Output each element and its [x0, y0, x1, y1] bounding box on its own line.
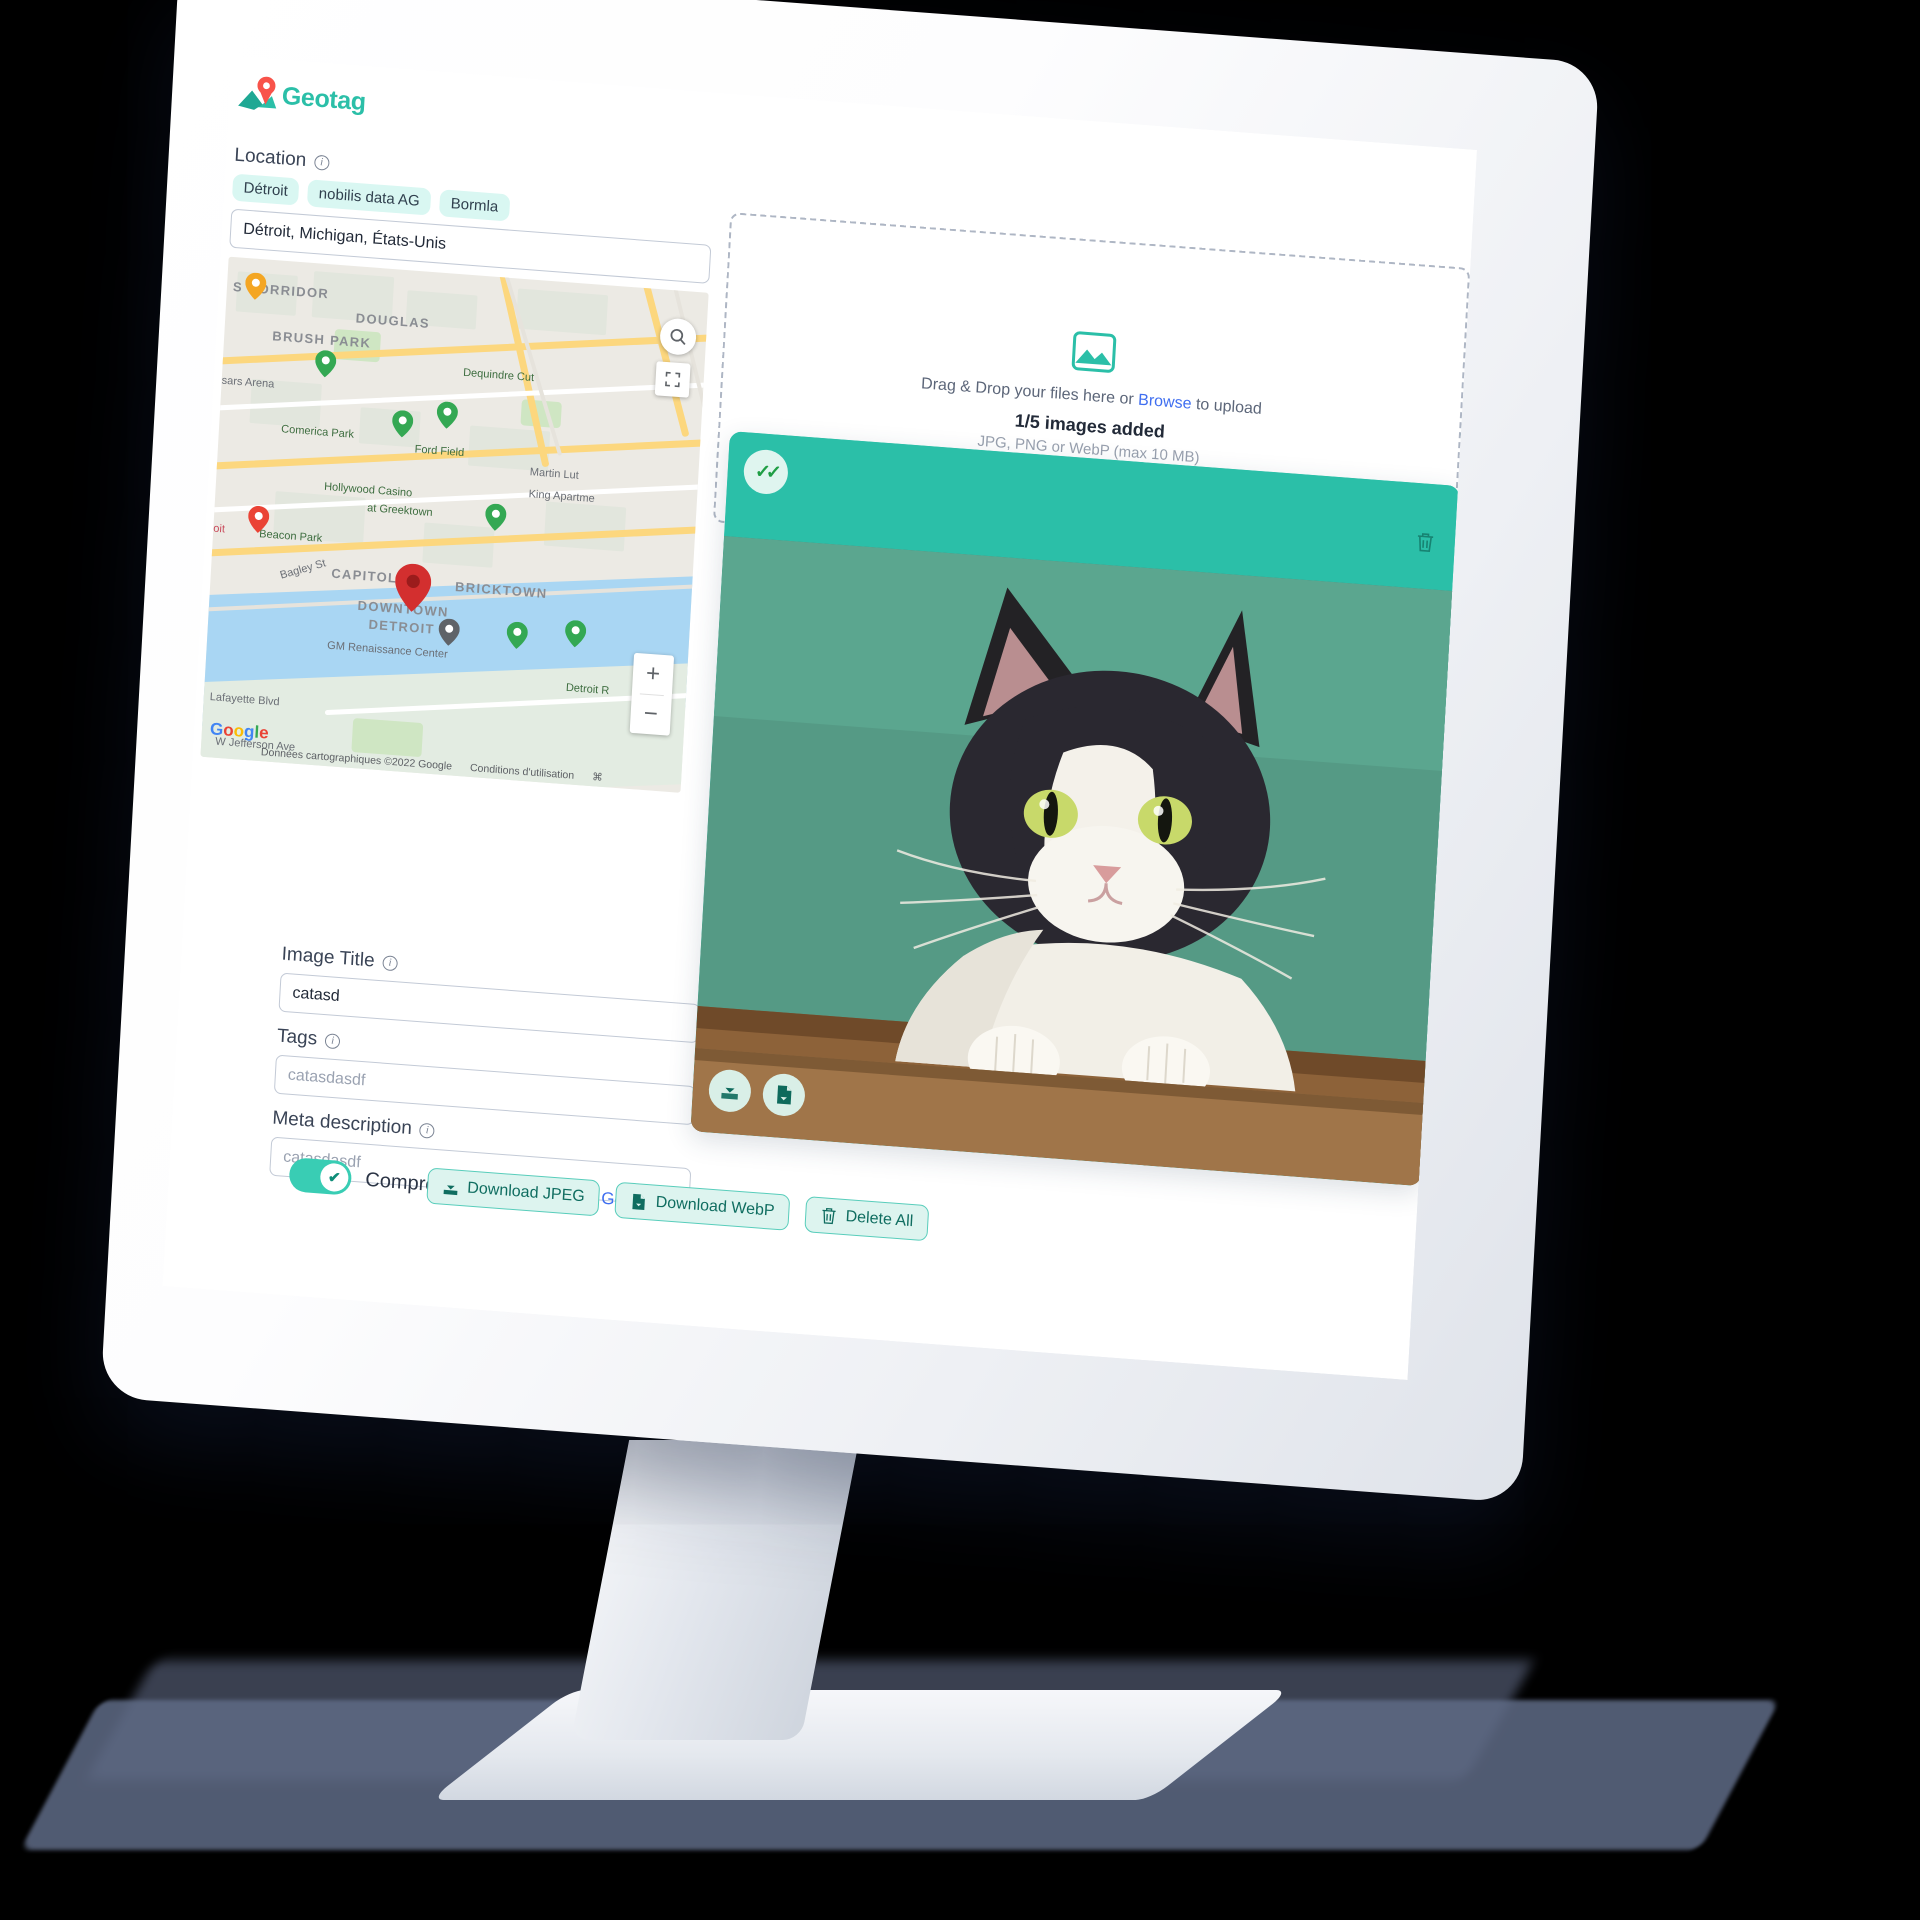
image-card-tools	[707, 1068, 807, 1118]
map-poi-pin-icon[interactable]	[564, 619, 587, 648]
download-webp-label: Download WebP	[655, 1193, 776, 1220]
map-poi-pin-icon[interactable]	[436, 401, 459, 430]
download-icon	[443, 1179, 458, 1195]
delete-image-icon[interactable]	[1415, 531, 1436, 559]
monitor-screen: Geotag Location i Détroit nobilis data A…	[162, 56, 1477, 1380]
map-poi-pin-icon[interactable]	[438, 618, 461, 647]
map-poi-pin-icon[interactable]	[506, 621, 529, 650]
info-icon[interactable]: i	[324, 1032, 341, 1049]
app-screen: Geotag Location i Détroit nobilis data A…	[162, 56, 1477, 1380]
map-keyboard-shortcuts-icon[interactable]: ⌘	[592, 771, 603, 784]
delete-all-label: Delete All	[845, 1208, 914, 1231]
dropzone-instruction-prefix: Drag & Drop your files here or	[920, 375, 1139, 409]
location-panel: Location i Détroit nobilis data AG Borml…	[200, 145, 715, 793]
map-fullscreen-button[interactable]	[654, 361, 691, 398]
map-location-marker[interactable]	[393, 562, 432, 613]
map-poi-pin-icon[interactable]	[247, 505, 270, 534]
delete-all-button[interactable]: Delete All	[804, 1196, 930, 1242]
app-logo[interactable]: Geotag	[235, 72, 367, 122]
location-chip[interactable]: Bormla	[438, 189, 510, 222]
map-zoom-in-button[interactable]: +	[632, 653, 674, 696]
dropzone-instruction-suffix: to upload	[1191, 395, 1263, 418]
trash-icon	[822, 1207, 836, 1225]
compress-image-toggle[interactable]: ✔	[288, 1157, 353, 1196]
image-title-label: Image Title	[281, 943, 376, 972]
map-label: oit	[212, 522, 226, 536]
info-icon[interactable]: i	[419, 1122, 436, 1139]
google-map[interactable]: S CORRIDOR DOUGLAS BRUSH PARK Dequindre …	[200, 256, 709, 793]
logo-text: Geotag	[281, 81, 367, 116]
uploaded-image-card[interactable]: ✓✓	[690, 431, 1461, 1187]
meta-description-label: Meta description	[271, 1107, 413, 1140]
file-download-icon	[632, 1193, 646, 1210]
screenshot-scene: Geotag Location i Détroit nobilis data A…	[0, 0, 1920, 1920]
map-zoom-out-button[interactable]: −	[630, 693, 672, 736]
toggle-check-icon: ✔	[319, 1162, 350, 1193]
download-jpeg-label: Download JPEG	[466, 1179, 586, 1206]
image-placeholder-icon	[1071, 330, 1117, 377]
location-chip[interactable]: nobilis data AG	[307, 179, 432, 216]
cat-photo	[690, 536, 1455, 1187]
map-poi-pin-icon[interactable]	[391, 410, 414, 439]
double-check-icon: ✓✓	[742, 448, 790, 496]
map-poi-pin-icon[interactable]	[314, 350, 337, 379]
info-icon[interactable]: i	[313, 154, 330, 171]
geotag-map-pin-icon	[235, 72, 281, 115]
location-label: Location	[233, 144, 307, 172]
upload-panel: Update Subscription ? Drag & Drop your f…	[690, 212, 1471, 1187]
download-webp-button[interactable]: Download WebP	[614, 1181, 791, 1231]
monitor-stand-base	[429, 1690, 1291, 1800]
location-chip[interactable]: Détroit	[231, 173, 300, 206]
info-icon[interactable]: i	[382, 954, 399, 971]
map-zoom-controls[interactable]: + −	[629, 652, 675, 736]
map-poi-pin-icon[interactable]	[244, 272, 267, 301]
browse-link[interactable]: Browse	[1138, 392, 1192, 413]
download-image-icon[interactable]	[707, 1068, 753, 1114]
download-file-icon[interactable]	[761, 1072, 807, 1118]
dropzone-instruction: Drag & Drop your files here or Browse to…	[921, 375, 1263, 419]
map-poi-pin-icon[interactable]	[484, 503, 507, 532]
tags-label: Tags	[276, 1025, 318, 1050]
